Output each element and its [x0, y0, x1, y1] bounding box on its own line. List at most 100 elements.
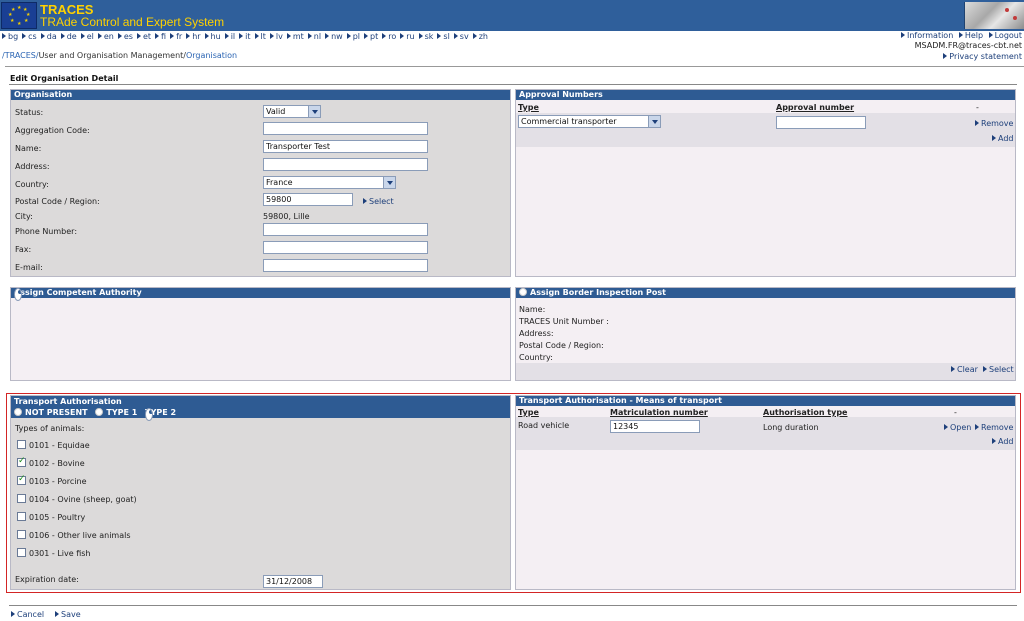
- radio-icon: [519, 288, 527, 296]
- language-link-da[interactable]: da: [40, 32, 57, 41]
- approval-remove-link[interactable]: Remove: [975, 119, 1013, 128]
- language-link-el[interactable]: el: [80, 32, 94, 41]
- language-link-et[interactable]: et: [136, 32, 151, 41]
- language-link-nl[interactable]: nl: [307, 32, 321, 41]
- language-link-hr[interactable]: hr: [186, 32, 201, 41]
- language-link-bg[interactable]: bg: [2, 32, 18, 41]
- bip-postal-label: Postal Code / Region:: [519, 341, 604, 350]
- approval-col-type: Type: [518, 103, 539, 112]
- language-link-pt[interactable]: pt: [364, 32, 378, 41]
- organisation-panel: Organisation Status: Valid Aggregation C…: [10, 89, 511, 277]
- arrow-icon: [437, 33, 442, 39]
- save-link[interactable]: Save: [55, 610, 81, 619]
- top-banner: ★ ★ ★ ★ ★ ★ ★ ★ TRACES TRAde Control and…: [0, 0, 1024, 31]
- language-link-fr[interactable]: fr: [170, 32, 182, 41]
- country-select[interactable]: France: [263, 176, 396, 189]
- chevron-down-icon: [308, 106, 320, 117]
- arrow-icon: [80, 33, 85, 39]
- chevron-down-icon: [383, 177, 395, 188]
- bip-name-label: Name:: [519, 305, 546, 314]
- breadcrumb-section: User and Organisation Management/: [38, 51, 186, 60]
- approval-type-select[interactable]: Commercial transporter: [518, 115, 661, 128]
- language-link-sl[interactable]: sl: [437, 32, 450, 41]
- logout-link[interactable]: Logout: [988, 31, 1022, 40]
- arrow-icon: [136, 33, 141, 39]
- language-link-es[interactable]: es: [117, 32, 133, 41]
- arrow-icon: [382, 33, 387, 39]
- arrow-icon: [958, 32, 963, 38]
- chevron-down-icon: [648, 116, 660, 127]
- help-link[interactable]: Help: [958, 31, 983, 40]
- arrow-icon: [155, 33, 160, 39]
- language-link-ro[interactable]: ro: [382, 32, 396, 41]
- arrow-icon: [988, 32, 993, 38]
- language-link-de[interactable]: de: [60, 32, 77, 41]
- language-link-il[interactable]: il: [224, 32, 235, 41]
- highlight-box: [6, 393, 1021, 593]
- cancel-link[interactable]: Cancel: [11, 610, 44, 619]
- language-link-nw[interactable]: nw: [325, 32, 343, 41]
- language-link-lv[interactable]: lv: [269, 32, 283, 41]
- arrow-icon: [186, 33, 191, 39]
- arrow-icon: [239, 33, 244, 39]
- title-divider: [9, 84, 1017, 85]
- language-link-cs[interactable]: cs: [22, 32, 37, 41]
- arrow-icon: [286, 33, 291, 39]
- language-link-lt[interactable]: lt: [254, 32, 266, 41]
- name-input[interactable]: Transporter Test: [263, 140, 428, 153]
- email-input[interactable]: [263, 259, 428, 272]
- postal-code-input[interactable]: 59800: [263, 193, 353, 206]
- aggregation-code-input[interactable]: [263, 122, 428, 135]
- status-label: Status:: [15, 108, 44, 117]
- language-link-pl[interactable]: pl: [346, 32, 360, 41]
- language-link-it[interactable]: it: [239, 32, 251, 41]
- arrow-icon: [40, 33, 45, 39]
- language-link-mt[interactable]: mt: [286, 32, 304, 41]
- fax-input[interactable]: [263, 241, 428, 254]
- bip-select-link[interactable]: Select: [983, 365, 1014, 374]
- approval-heading: Approval Numbers: [516, 90, 1015, 100]
- arrow-icon: [992, 135, 996, 141]
- bip-unit-label: TRACES Unit Number :: [519, 317, 609, 326]
- competent-authority-heading[interactable]: Assign Competent Authority: [11, 288, 510, 301]
- arrow-icon: [400, 33, 405, 39]
- language-link-zh[interactable]: zh: [472, 32, 488, 41]
- city-value: 59800, Lille: [263, 212, 310, 221]
- radio-icon: [14, 288, 22, 301]
- bip-clear-link[interactable]: Clear: [951, 365, 978, 374]
- arrow-icon: [55, 611, 59, 617]
- arrow-icon: [983, 366, 987, 372]
- arrow-icon: [170, 33, 175, 39]
- address-label: Address:: [15, 162, 50, 171]
- approval-add-link[interactable]: Add: [992, 134, 1014, 143]
- privacy-link[interactable]: Privacy statement: [943, 52, 1022, 61]
- bip-address-label: Address:: [519, 329, 554, 338]
- language-link-hu[interactable]: hu: [204, 32, 221, 41]
- language-link-fi[interactable]: fi: [155, 32, 166, 41]
- arrow-icon: [22, 33, 27, 39]
- postal-select-link[interactable]: Select: [363, 197, 394, 206]
- language-link-sk[interactable]: sk: [418, 32, 433, 41]
- border-post-heading[interactable]: Assign Border Inspection Post: [516, 288, 1015, 298]
- city-label: City:: [15, 212, 33, 221]
- approval-number-input[interactable]: [776, 116, 866, 129]
- arrow-icon: [453, 33, 458, 39]
- organisation-heading: Organisation: [11, 90, 510, 100]
- europe-map-image: [964, 2, 1024, 29]
- language-link-sv[interactable]: sv: [453, 32, 469, 41]
- fax-label: Fax:: [15, 245, 32, 254]
- information-link[interactable]: Information: [900, 31, 953, 40]
- arrow-icon: [472, 33, 477, 39]
- arrow-icon: [269, 33, 274, 39]
- language-link-ru[interactable]: ru: [400, 32, 415, 41]
- phone-input[interactable]: [263, 223, 428, 236]
- arrow-icon: [900, 32, 905, 38]
- status-select[interactable]: Valid: [263, 105, 321, 118]
- arrow-icon: [325, 33, 330, 39]
- page-title: Edit Organisation Detail: [10, 74, 119, 83]
- breadcrumb-traces[interactable]: /TRACES/: [2, 51, 39, 60]
- address-input[interactable]: [263, 158, 428, 171]
- language-link-en[interactable]: en: [97, 32, 114, 41]
- breadcrumb-current[interactable]: Organisation: [186, 51, 237, 60]
- border-post-panel: Assign Border Inspection Post Name: TRAC…: [515, 287, 1016, 381]
